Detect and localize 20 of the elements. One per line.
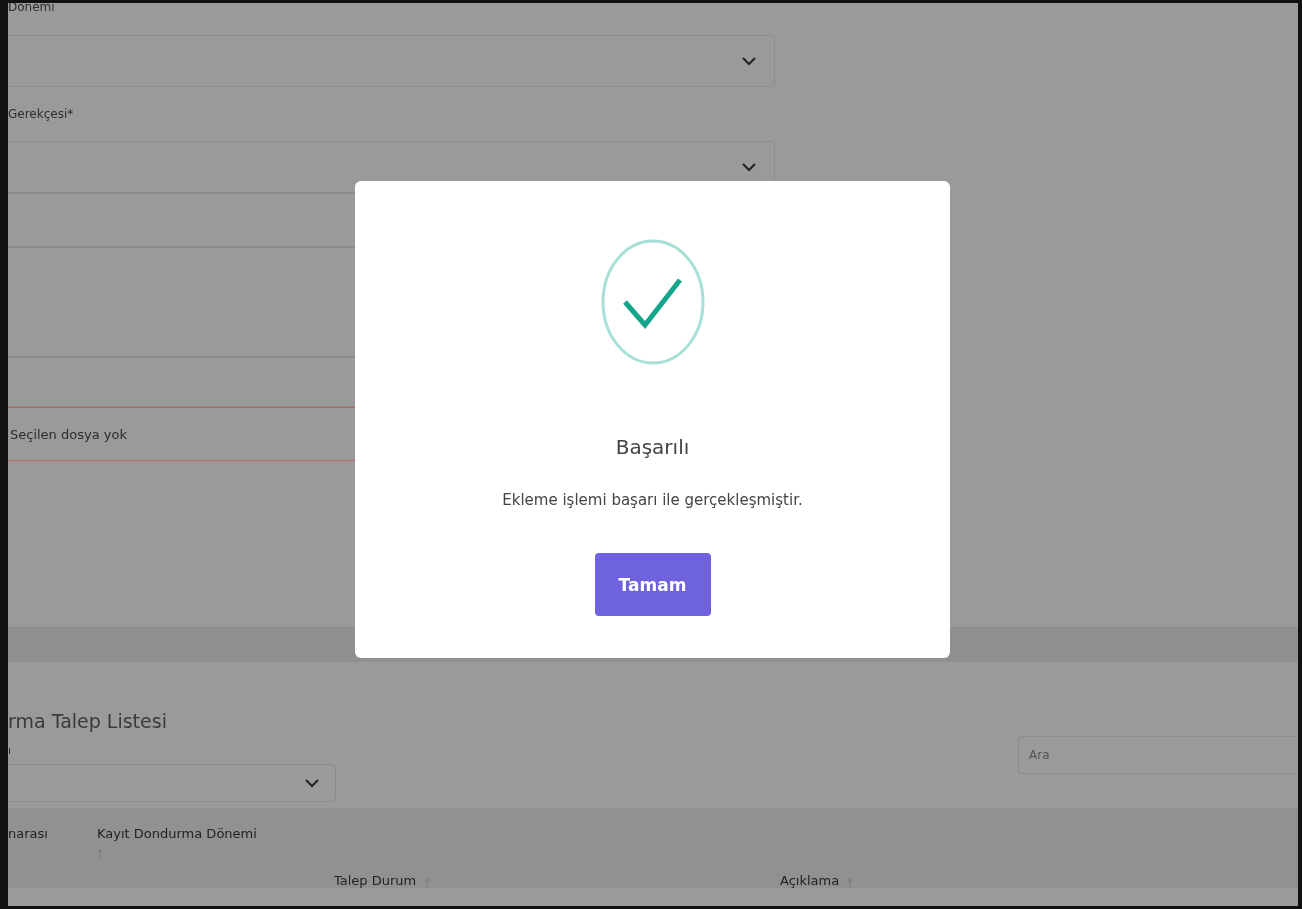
- field-label: Gerekçesi*: [8, 106, 74, 122]
- column-header[interactable]: Kayıt Dondurma Dönemi: [97, 826, 334, 888]
- arrow-up-icon: [424, 878, 431, 888]
- arrow-up-icon: [97, 849, 103, 859]
- chevron-down-icon: [742, 56, 756, 66]
- chevron-down-icon: [742, 162, 756, 172]
- arrow-up-icon: [847, 878, 854, 888]
- filter-label: ı: [8, 744, 13, 758]
- filter-select[interactable]: [8, 764, 336, 802]
- column-header[interactable]: narası: [8, 826, 97, 888]
- check-circle-icon: [600, 239, 705, 365]
- column-header[interactable]: Açıklama: [780, 826, 1298, 888]
- list-title: rma Talep Listesi: [8, 710, 168, 734]
- search-field[interactable]: Ara: [1018, 736, 1298, 774]
- dialog-message: Ekleme işlemi başarı ile gerçekleşmiştir.: [502, 491, 803, 509]
- ok-button[interactable]: Tamam: [594, 553, 711, 616]
- chevron-down-icon: [305, 778, 319, 788]
- dialog-title: Başarılı: [615, 435, 690, 459]
- column-header[interactable]: Talep Durum: [334, 826, 780, 888]
- select-field[interactable]: [8, 35, 775, 87]
